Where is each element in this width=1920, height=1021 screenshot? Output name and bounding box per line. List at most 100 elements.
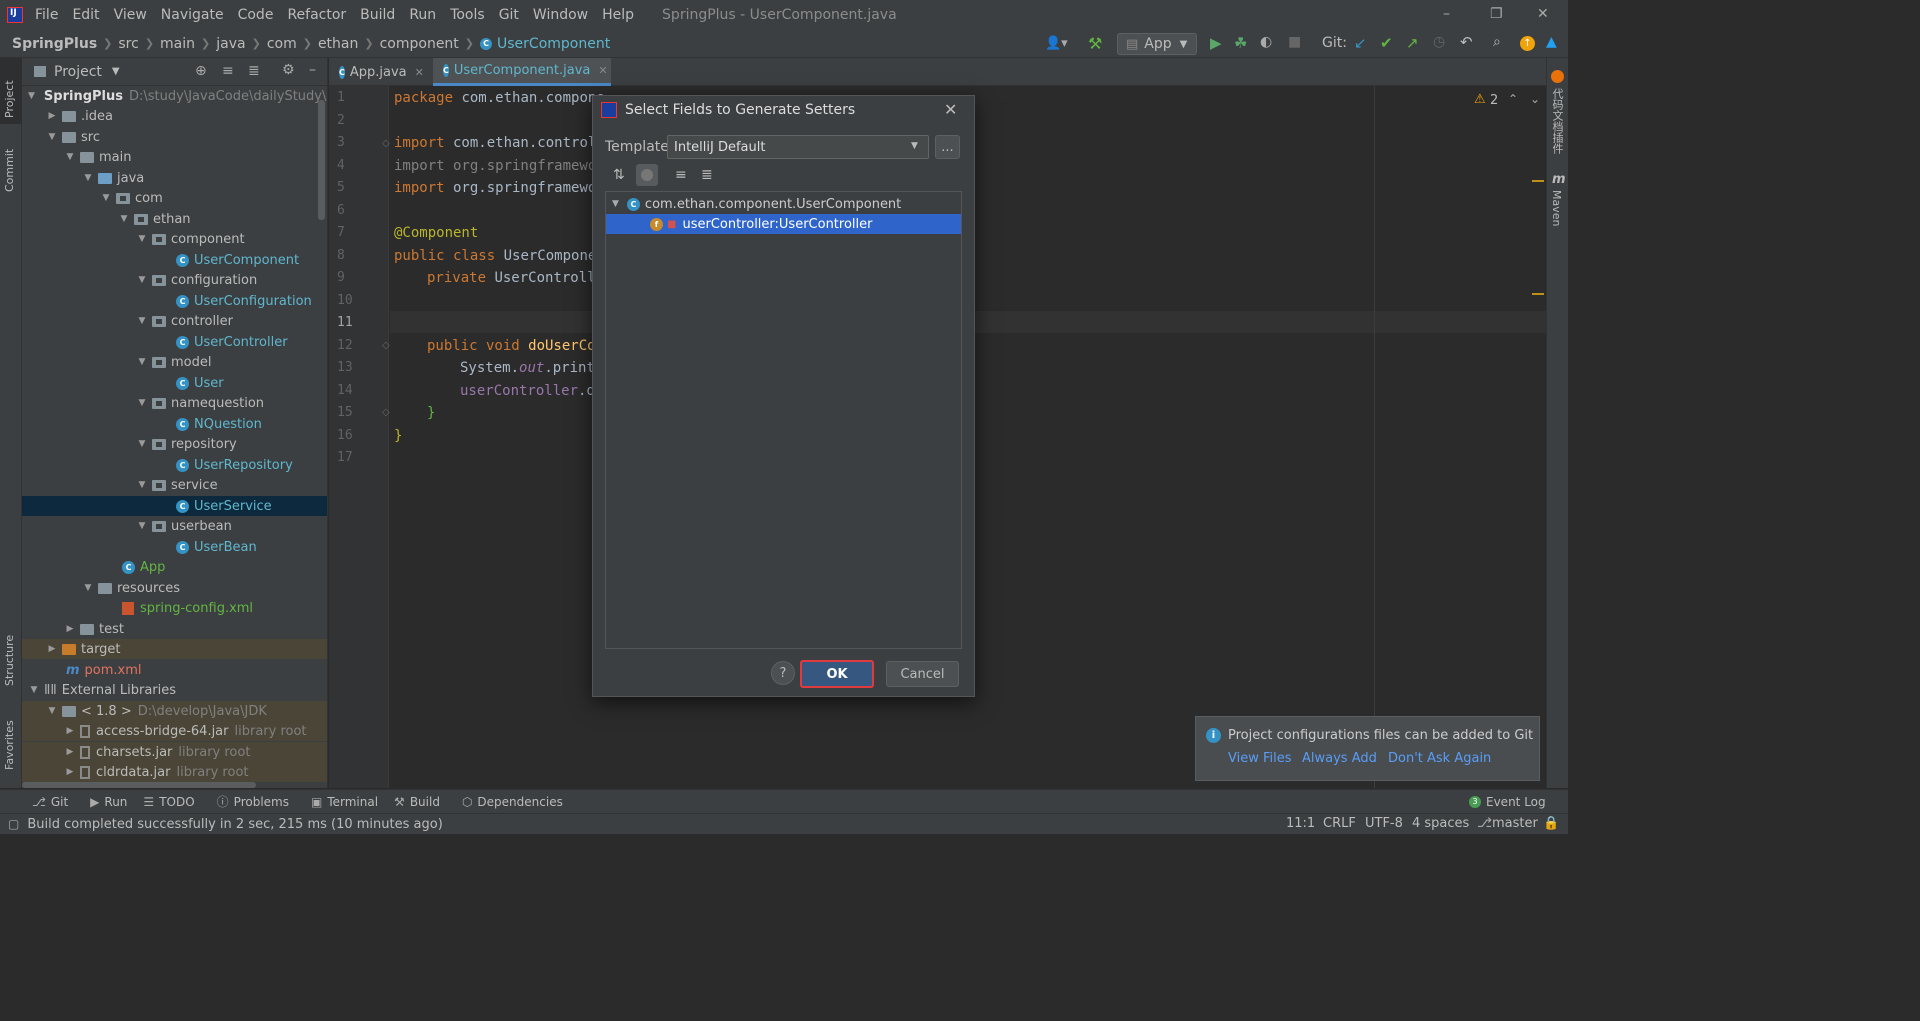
run-config-select[interactable]: ▤ App ▼ [1117, 33, 1197, 55]
hide-icon[interactable]: – [309, 62, 316, 78]
restore-icon[interactable]: ❐ [1490, 6, 1503, 22]
expand-all-icon[interactable]: ≡ [675, 167, 687, 183]
expand-all-icon[interactable]: ≡ [222, 63, 234, 79]
breadcrumb-java[interactable]: java [216, 36, 245, 52]
git-tool-button[interactable]: ⎇ Git [32, 795, 68, 809]
collapse-all-icon[interactable]: ≣ [248, 63, 260, 79]
tree-item-class[interactable]: ▼ C com.ethan.component.UserComponent [606, 194, 961, 214]
tree-item[interactable]: m pom.xml [22, 660, 327, 680]
commit-tool-button[interactable]: Commit [3, 149, 16, 192]
project-tool-button[interactable]: Project [3, 80, 16, 118]
menu-code[interactable]: Code [238, 7, 274, 23]
menu-build[interactable]: Build [360, 7, 395, 23]
tree-item[interactable]: ▼ < 1.8 > D:\develop\Java\JDK [22, 701, 327, 721]
build-tool-button[interactable]: ⚒ Build [394, 795, 440, 809]
tree-item[interactable]: spring-config.xml [22, 598, 327, 618]
menu-edit[interactable]: Edit [72, 7, 99, 23]
show-visibility-toggle[interactable] [636, 164, 658, 186]
tree-item-selected[interactable]: C UserService [22, 496, 327, 516]
tree-item[interactable]: ▶ test [22, 619, 327, 639]
dependencies-tool-button[interactable]: ⬡ Dependencies [462, 795, 563, 809]
tree-item[interactable]: C UserRepository [22, 455, 327, 475]
menu-refactor[interactable]: Refactor [287, 7, 346, 23]
status-toggle-icon[interactable]: ▢ [8, 817, 19, 831]
template-select[interactable]: IntelliJ Default ▼ [667, 135, 929, 159]
tree-item[interactable]: ▼ controller [22, 311, 327, 331]
tree-item[interactable]: ▼ com [22, 188, 327, 208]
breadcrumb-com[interactable]: com [267, 36, 297, 52]
history-icon[interactable]: ◷ [1433, 34, 1445, 50]
git-update-icon[interactable]: ↙ [1354, 34, 1367, 52]
tree-item[interactable]: ▶ charsets.jar library root [22, 742, 327, 762]
fold-icon[interactable]: ◇ [382, 407, 390, 418]
tab-usercomponent-java[interactable]: C UserComponent.java ✕ [433, 58, 611, 86]
caret-position[interactable]: 11:1 [1286, 816, 1315, 831]
git-commit-icon[interactable]: ✔ [1380, 34, 1393, 52]
menu-window[interactable]: Window [533, 7, 588, 23]
close-tab-icon[interactable]: ✕ [415, 66, 424, 79]
tree-item[interactable]: ▶ cldrdata.jar library root [22, 762, 327, 782]
problems-tool-button[interactable]: ⓘ Problems [217, 793, 289, 810]
tree-item[interactable]: ▶ target [22, 639, 327, 659]
tree-item[interactable]: ▶ .idea [22, 106, 327, 126]
doc-plugin-icon[interactable] [1551, 70, 1564, 83]
warning-stripe[interactable] [1532, 180, 1544, 182]
breadcrumb-class[interactable]: UserComponent [497, 36, 610, 52]
debug-icon[interactable]: ☘ [1234, 34, 1247, 52]
chevron-down-icon[interactable]: ⌄ [1530, 92, 1540, 106]
menu-view[interactable]: View [114, 7, 147, 23]
breadcrumb-ethan[interactable]: ethan [318, 36, 358, 52]
tree-item[interactable]: ▼ model [22, 352, 327, 372]
close-icon[interactable]: ✕ [944, 100, 957, 119]
warning-count[interactable]: 2 [1490, 93, 1498, 108]
rollback-icon[interactable]: ↶ [1460, 33, 1473, 51]
status-message[interactable]: Build completed successfully in 2 sec, 2… [27, 817, 442, 832]
structure-tool-button[interactable]: Structure [3, 635, 16, 686]
plugin-icon[interactable]: ▲ [1546, 34, 1557, 50]
chevron-down-icon[interactable]: ▼ [112, 66, 120, 77]
menu-run[interactable]: Run [409, 7, 436, 23]
tree-item-root[interactable]: ▼ SpringPlus D:\study\JavaCode\dailyStud… [22, 86, 327, 106]
tree-item[interactable]: ▼ component [22, 229, 327, 249]
tree-item[interactable]: ▼ userbean [22, 516, 327, 536]
tree-item[interactable]: ▼ ethan [22, 209, 327, 229]
line-separator[interactable]: CRLF [1323, 816, 1356, 831]
chevron-up-icon[interactable]: ⌃ [1508, 92, 1518, 106]
tree-item[interactable]: C User [22, 373, 327, 393]
minimize-icon[interactable]: – [1443, 6, 1450, 22]
git-push-icon[interactable]: ↗ [1406, 34, 1419, 52]
favorites-tool-button[interactable]: Favorites [3, 720, 16, 770]
view-files-link[interactable]: View Files [1228, 751, 1292, 766]
horizontal-scrollbar[interactable] [22, 782, 256, 788]
tree-item[interactable]: C UserBean [22, 537, 327, 557]
tab-app-java[interactable]: C App.java ✕ [329, 58, 433, 86]
sort-alpha-icon[interactable]: ⇅ [613, 167, 625, 183]
gear-icon[interactable]: ⚙ [282, 62, 295, 78]
coverage-icon[interactable]: ◐ [1260, 34, 1272, 50]
todo-tool-button[interactable]: ☰ TODO [143, 795, 194, 809]
warning-stripe[interactable] [1532, 293, 1544, 295]
tree-item[interactable]: ▶ access-bridge-64.jar library root [22, 721, 327, 741]
tree-item[interactable]: ▼ service [22, 475, 327, 495]
cancel-button[interactable]: Cancel [886, 661, 959, 687]
project-panel-title[interactable]: Project [54, 64, 102, 80]
indent-setting[interactable]: 4 spaces [1412, 816, 1469, 831]
menu-tools[interactable]: Tools [450, 7, 485, 23]
menu-git[interactable]: Git [499, 7, 519, 23]
doc-plugin-tool-button[interactable]: 代码文档插件 [1551, 88, 1564, 154]
tree-item[interactable]: ▼ ⅡⅡ External Libraries [22, 680, 327, 700]
tree-item[interactable]: C App [22, 557, 327, 577]
vertical-scrollbar[interactable] [318, 100, 325, 220]
maven-tool-button[interactable]: Maven [1550, 190, 1563, 226]
lock-icon[interactable]: 🔒 [1543, 816, 1559, 831]
tree-item[interactable]: C UserController [22, 332, 327, 352]
tree-item-field-selected[interactable]: f ■ userController:UserController [606, 214, 961, 234]
tree-item[interactable]: ▼ repository [22, 434, 327, 454]
help-button[interactable]: ? [771, 661, 795, 685]
tree-item[interactable]: ▼ configuration [22, 270, 327, 290]
tree-item[interactable]: ▼ src [22, 127, 327, 147]
git-branch[interactable]: master [1492, 816, 1538, 831]
breadcrumb-src[interactable]: src [118, 36, 138, 52]
tree-item[interactable]: C NQuestion [22, 414, 327, 434]
run-tool-button[interactable]: ▶ Run [90, 795, 127, 809]
